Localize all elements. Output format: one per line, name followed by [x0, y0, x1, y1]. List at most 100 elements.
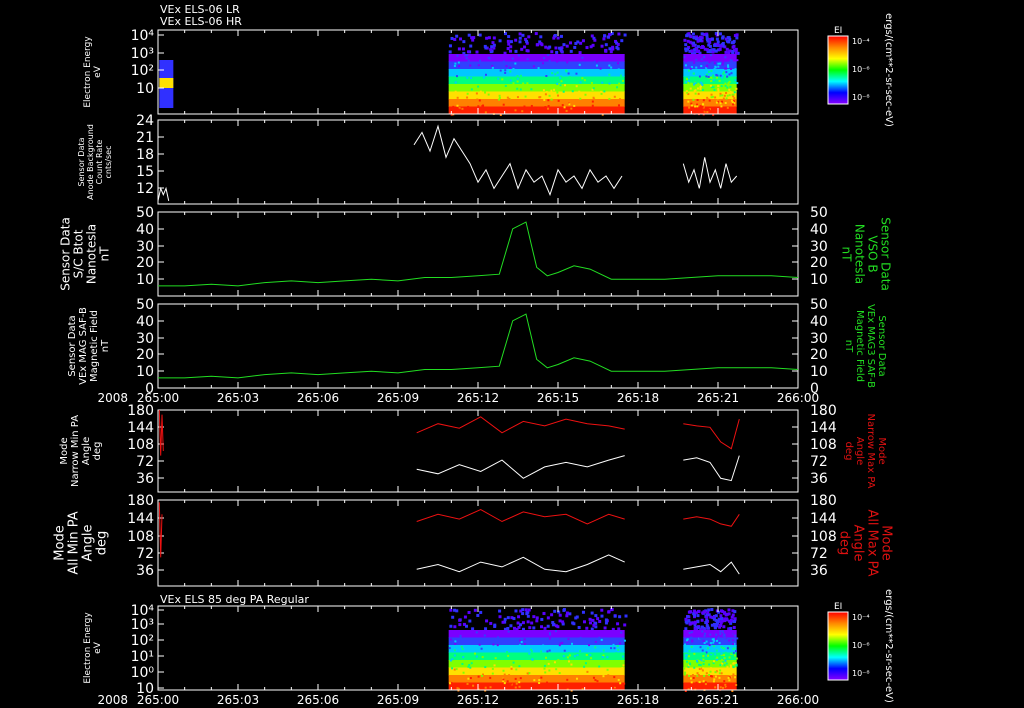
p1-heat-cell — [454, 81, 457, 84]
p1-heat-cell — [613, 95, 616, 98]
p1-heat-cell — [591, 100, 594, 103]
p7-heat-cell — [724, 683, 727, 686]
p7-heat-cell — [719, 630, 722, 633]
p7-heat-cell — [686, 660, 689, 663]
p1-heat-cell — [521, 54, 524, 57]
p1-heat-cell — [492, 36, 496, 40]
p7-heat-cell — [710, 675, 713, 678]
p7-heat-cell — [696, 672, 699, 675]
p7-heat-cell — [693, 620, 697, 624]
p7-heat-cell — [478, 643, 481, 646]
p1-heat-cell — [552, 36, 556, 40]
p1-heat-cell — [721, 35, 725, 39]
p7-heat-cell — [509, 624, 513, 628]
p7-heat-cell — [731, 639, 734, 642]
p7-heat-cell — [590, 611, 594, 615]
p1-heat-cell — [623, 33, 627, 37]
p1-heat-cell — [509, 66, 512, 69]
p2-ylabel-left: Sensor Data Anode Background Count Rate cnt… — [77, 124, 113, 200]
p1-heat-cell — [719, 102, 722, 105]
p7-heat-cell — [733, 654, 736, 657]
p1-heat-cell — [581, 77, 584, 80]
p1-heat-cell — [689, 67, 692, 70]
p7-ytick-label: 10⁰ — [131, 665, 155, 681]
p7-heat-cell — [468, 663, 471, 666]
p4-ytick-label-right: 40 — [810, 314, 828, 330]
p7-heat-cell — [579, 650, 582, 653]
p7-heat-cell — [693, 686, 696, 689]
p7-heat-cell — [723, 657, 726, 660]
p1-heat-cell — [694, 105, 697, 108]
cb2-colorbar-label: EI — [834, 602, 842, 612]
p1-heat-cell — [705, 65, 708, 68]
p7-heat-cell — [734, 676, 737, 679]
p6-ytick-label-right: 180 — [810, 493, 837, 509]
p5-series-min-line — [416, 455, 625, 479]
p1-heat-cell — [700, 32, 704, 36]
p7-heat-cell — [729, 664, 732, 667]
p7-heat-cell — [732, 673, 735, 676]
p1-heat-cell — [571, 90, 574, 93]
p1-heat-cell — [719, 44, 723, 48]
p3-ylabel-line: Nanotesla — [85, 224, 99, 284]
p1-heat-cell — [479, 90, 482, 93]
p5-ylabel-line: Angle — [854, 437, 865, 465]
p1-heat-cell — [705, 48, 709, 52]
p1-heat-cell — [684, 57, 687, 60]
p1-heat-cell — [521, 110, 524, 113]
p7-heat-cell — [688, 631, 691, 634]
p1-heat-cell — [575, 85, 578, 88]
p1-heat-cell — [716, 40, 720, 44]
p1-heat-cell — [456, 96, 459, 99]
p7-heat-cell — [448, 647, 451, 650]
p5-ylabel-left: Mode Narrow Min PA Angle deg — [59, 415, 103, 487]
p7-heat-cell — [586, 670, 589, 673]
p7-heat-cell — [699, 664, 702, 667]
p1-heat-cell — [476, 98, 479, 101]
p1-heat-cell — [611, 47, 615, 51]
p1-heat-cell — [720, 85, 723, 88]
p1-heat-cell — [728, 49, 732, 53]
p7-heat-cell — [502, 669, 505, 672]
p7-heat-cell — [609, 684, 612, 687]
time-tick-label-bottom: 265:06 — [297, 693, 339, 707]
p1-heat-cell — [691, 32, 695, 36]
p6-series-min-line — [416, 554, 625, 573]
p1-heat-cell — [590, 81, 593, 84]
p1-heat-cell — [550, 50, 554, 54]
p1-heat-cell — [608, 33, 612, 37]
p7-heat-cell — [709, 615, 713, 619]
p7-heat-cell — [598, 665, 601, 668]
p1-heat-cell — [502, 58, 505, 61]
p1-heat-cell — [701, 83, 704, 86]
p7-heat-cell — [466, 682, 469, 685]
p1-heat-cell — [509, 45, 513, 49]
p1-heat-cell — [450, 36, 454, 40]
p7-heat-cell — [469, 677, 472, 680]
p1-heat-cell — [504, 71, 507, 74]
p7-heat-cell — [453, 654, 456, 657]
p7-heat-cell — [565, 611, 569, 615]
p7-heat-cell — [518, 685, 521, 688]
p1-heat-cell — [700, 56, 703, 59]
p7-heat-cell — [722, 625, 726, 629]
p1-heat-cell — [487, 93, 490, 96]
p7-heat-cell — [481, 674, 484, 677]
p7-heat-cell — [594, 646, 597, 649]
p7-heat-cell — [449, 624, 453, 628]
p6-ytick-label-right: 108 — [810, 529, 837, 545]
p7-heat-cell — [688, 649, 691, 652]
p1-heat-cell — [722, 110, 725, 113]
p7-heat-cell — [689, 677, 692, 680]
p1-heat-cell — [498, 94, 501, 97]
p1-heat-cell — [497, 77, 500, 80]
p7-heat-cell — [702, 655, 705, 658]
p1-heat-cell — [575, 72, 578, 75]
p1-heat-cell — [603, 90, 606, 93]
p7-heat-cell — [695, 681, 698, 684]
p7-heat-cell — [695, 659, 698, 662]
p7-heat-cell — [600, 614, 604, 618]
p7-heat-cell — [568, 660, 571, 663]
p1-heat-cell — [578, 63, 581, 66]
p7-heat-cell — [699, 646, 702, 649]
